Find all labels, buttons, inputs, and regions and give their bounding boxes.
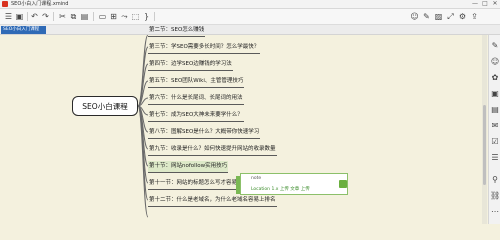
xmind-app-icon (2, 1, 8, 7)
marker-icon[interactable]: ☺ (410, 12, 419, 21)
share-icon[interactable]: ⇪ (470, 12, 479, 21)
subtopic-10[interactable]: 第十二节：什么是老域名，为什么老域名容易上排名 (148, 195, 277, 207)
subtopic-7[interactable]: 第九节：收录是什么？如何快速提升网站的收录数量 (148, 144, 277, 156)
subtopic-3[interactable]: 第五节：SEO团队Wiki、主管管理技巧 (148, 76, 245, 88)
subtopic-0[interactable]: 第二节：SEO怎么赚钱 (148, 25, 206, 37)
more-panel-icon[interactable]: ⋯ (490, 207, 500, 217)
marker-panel-icon[interactable]: ☺ (490, 57, 500, 67)
comment-panel-icon[interactable]: ✉ (490, 121, 500, 131)
format-panel-icon[interactable]: ✎ (490, 41, 500, 51)
cut-icon[interactable]: ✂ (58, 12, 67, 21)
title-bar: SEO小白入门课程.xmind — □ ✕ (0, 0, 500, 9)
popup-confirm-button[interactable] (339, 180, 347, 188)
toolbar-separator (154, 12, 155, 21)
redo-icon[interactable]: ↷ (41, 12, 50, 21)
toolbar-separator (53, 12, 54, 21)
subtopic-icon[interactable]: ⊞ (109, 12, 118, 21)
popup-handle[interactable] (236, 176, 240, 194)
minimize-button[interactable]: — (470, 0, 480, 8)
note-popup[interactable]: note Location 1.x 上传 文章 上传 (236, 173, 348, 195)
settings-icon[interactable]: ⚙ (458, 12, 467, 21)
vertical-scrollbar[interactable] (482, 35, 487, 224)
menu-icon[interactable]: ☰ (4, 12, 13, 21)
popup-label: note (251, 176, 262, 181)
toolbar: ☰ ▣ ↶ ↷ ✂ ⧉ ▤ ▭ ⊞ ⤳ ⬚ } ☺ ✎ ▨ ⤢ ⚙ ⇪ (0, 9, 500, 25)
filter-panel-icon[interactable]: ⚲ (490, 175, 500, 185)
right-sidebar: ✎ ☺ ✿ ▣ ▤ ✉ ☑ ☰ ⚲ ⛓ ⋯ (488, 35, 500, 224)
toolbar-separator (27, 12, 28, 21)
close-button[interactable]: ✕ (490, 0, 500, 8)
save-icon[interactable]: ▣ (15, 12, 24, 21)
topic-icon[interactable]: ▭ (98, 12, 107, 21)
scrollbar-thumb[interactable] (483, 105, 486, 185)
relationship-icon[interactable]: ⤳ (120, 12, 129, 21)
maximize-button[interactable]: □ (480, 0, 490, 8)
document-tabbar: SEO小白入门课程 (0, 25, 500, 35)
task-panel-icon[interactable]: ☑ (490, 137, 500, 147)
subtopic-8-selected[interactable]: 第十节：网站nofollow实用技巧 (148, 161, 229, 173)
note-icon[interactable]: ✎ (422, 12, 431, 21)
undo-icon[interactable]: ↶ (30, 12, 39, 21)
expand-icon[interactable]: ⤢ (446, 12, 455, 21)
image-icon[interactable]: ▨ (434, 12, 443, 21)
window-title: SEO小白入门课程.xmind (11, 1, 69, 7)
outline-panel-icon[interactable]: ☰ (490, 153, 500, 163)
image-panel-icon[interactable]: ▣ (490, 89, 500, 99)
paste-icon[interactable]: ▤ (80, 12, 89, 21)
toolbar-separator (93, 12, 94, 21)
subtopic-5[interactable]: 第七节：成为SEO大神未来要学什么？ (148, 110, 244, 122)
subtopic-4[interactable]: 第六节：什么是长尾词、长尾词的用法 (148, 93, 244, 105)
copy-icon[interactable]: ⧉ (69, 12, 78, 21)
central-topic[interactable]: SEO小白课程 (72, 96, 138, 116)
subtopic-9[interactable]: 第十一节：网站的标题怎么写才容易排名 (148, 178, 250, 190)
link-panel-icon[interactable]: ⛓ (490, 191, 500, 201)
summary-icon[interactable]: } (142, 12, 151, 21)
popup-content: Location 1.x 上传 文章 上传 (251, 187, 310, 192)
note-panel-icon[interactable]: ▤ (490, 105, 500, 115)
subtopic-1[interactable]: 第三节：学SEO需要多长时间？怎么学最快？ (148, 42, 261, 54)
subtopic-6[interactable]: 第八节：图解SEO是什么？大概带你快速学习 (148, 127, 261, 139)
sticker-panel-icon[interactable]: ✿ (490, 73, 500, 83)
boundary-icon[interactable]: ⬚ (131, 12, 140, 21)
tab-seo-course[interactable]: SEO小白入门课程 (1, 26, 46, 34)
subtopic-2[interactable]: 第四节：边学SEO边赚钱的学习法 (148, 59, 233, 71)
